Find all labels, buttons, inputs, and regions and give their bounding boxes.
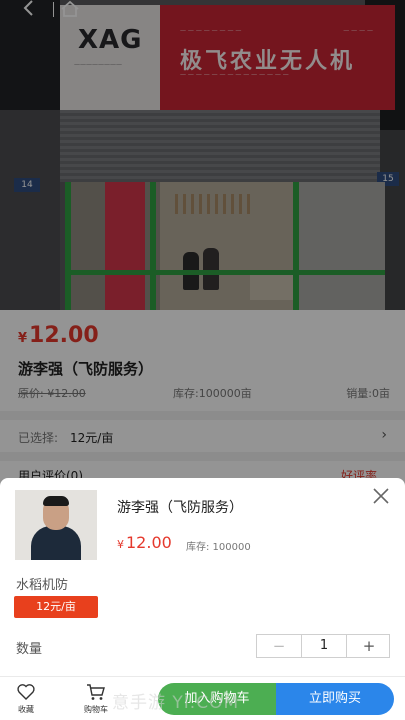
thumbnail-figure <box>31 526 81 560</box>
sheet-stock: 库存: 100000 <box>186 542 251 553</box>
close-icon <box>373 488 389 504</box>
sheet-product-title: 游李强（飞防服务） <box>117 500 243 516</box>
spec-group-title: 水稻机防 <box>16 578 69 593</box>
spec-option[interactable]: 12元/亩 <box>14 596 98 618</box>
sheet-price: ¥12.00 <box>117 533 172 552</box>
favorite-label: 收藏 <box>18 705 34 714</box>
favorite-button[interactable]: 收藏 <box>6 682 46 718</box>
heart-icon <box>17 684 35 700</box>
quantity-label: 数量 <box>16 642 43 657</box>
cart-icon <box>87 684 105 700</box>
thumbnail-figure <box>43 496 69 506</box>
product-thumbnail <box>15 490 97 560</box>
price-value: 12.00 <box>126 533 172 552</box>
currency-symbol: ¥ <box>117 538 124 551</box>
buy-now-button[interactable]: 立即购买 <box>276 683 394 715</box>
quantity-stepper: − 1 + <box>256 634 390 658</box>
close-button[interactable] <box>371 486 391 506</box>
cart-button[interactable]: 购物车 <box>76 682 116 718</box>
quantity-input[interactable]: 1 <box>301 635 347 657</box>
spec-sheet: 游李强（飞防服务） ¥12.00 库存: 100000 水稻机防 12元/亩 数… <box>0 478 405 676</box>
decrease-button[interactable]: − <box>257 635 301 657</box>
add-to-cart-button[interactable]: 加入购物车 <box>158 683 276 715</box>
cart-label: 购物车 <box>84 705 108 714</box>
bottom-action-bar: 收藏 购物车 加入购物车 立即购买 <box>0 676 405 720</box>
increase-button[interactable]: + <box>347 635 391 657</box>
